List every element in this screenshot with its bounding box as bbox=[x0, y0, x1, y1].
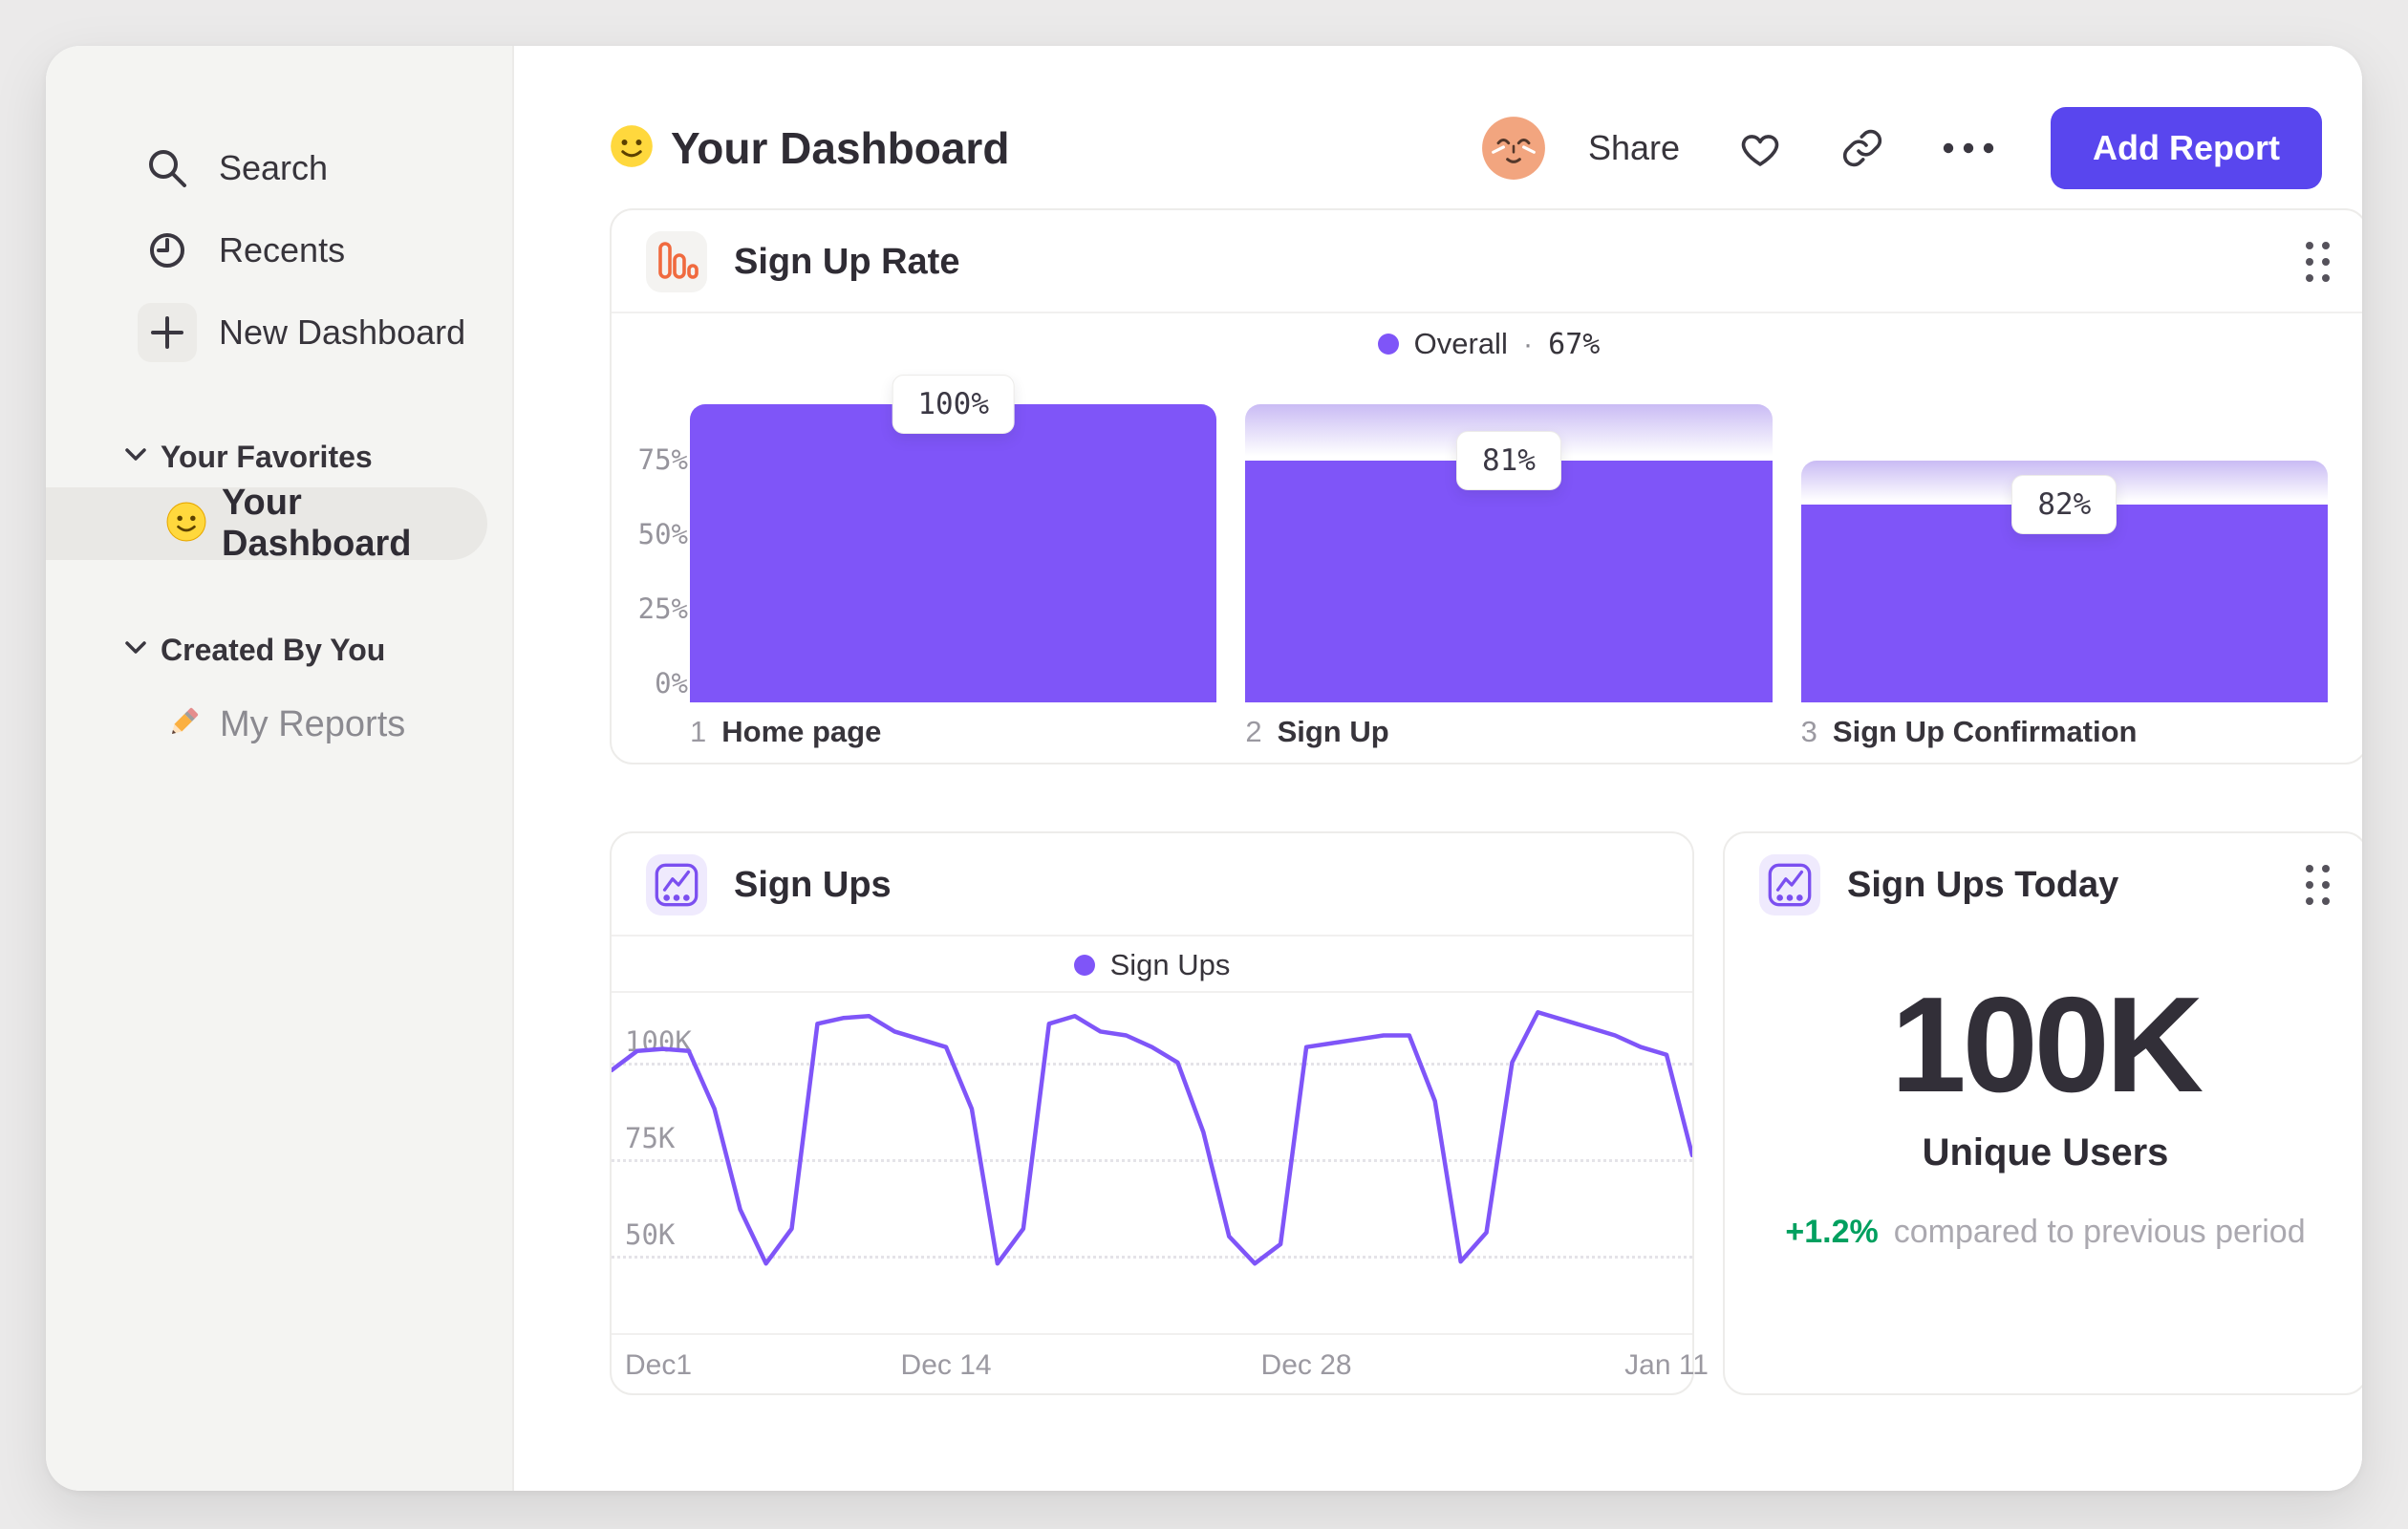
smiley-emoji bbox=[166, 502, 206, 547]
sidebar-item-label: Recents bbox=[219, 230, 346, 269]
add-report-button[interactable]: Add Report bbox=[2051, 107, 2322, 189]
line-series bbox=[612, 1012, 1692, 1263]
sidebar-item-recents[interactable]: Recents bbox=[46, 220, 512, 281]
x-tick-label: Dec 14 bbox=[900, 1349, 992, 1381]
funnel-step-label: 2 Sign Up bbox=[1245, 715, 1389, 748]
favorite-heart-icon[interactable] bbox=[1737, 127, 1783, 169]
x-tick-label: Jan 11 bbox=[1624, 1349, 1709, 1381]
card-title: Sign Ups bbox=[734, 864, 892, 905]
app-window: Search Recents New Dashboard Your Favori… bbox=[46, 46, 2362, 1491]
y-tick-label: 50% bbox=[637, 518, 688, 550]
funnel-step-label: 1 Home page bbox=[690, 715, 882, 748]
funnel-bar: 100% bbox=[690, 375, 1217, 702]
chevron-down-icon bbox=[124, 447, 147, 467]
funnel-value-label: 82% bbox=[2011, 474, 2118, 534]
line-chart-plot: 100K 75K 50K bbox=[612, 991, 1692, 1335]
y-tick-label: 0% bbox=[655, 667, 688, 700]
copy-link-icon[interactable] bbox=[1840, 126, 1884, 170]
x-tick-label: Dec 28 bbox=[1260, 1349, 1352, 1381]
sign-ups-card: Sign Ups Sign Ups 100K 75K 50K Dec1 Dec 14 D… bbox=[610, 831, 1709, 1395]
x-tick-label: Dec1 bbox=[625, 1349, 693, 1381]
line-chart-icon bbox=[646, 854, 707, 915]
funnel-x-axis: 1 Home page 2 Sign Up 3 Sign Up Confirmation bbox=[690, 715, 2328, 749]
divider bbox=[612, 312, 2362, 313]
sign-up-rate-card: Sign Up Rate Overall · 67% 75% 50% 25% 0% 1… bbox=[610, 208, 2362, 764]
funnel-value-label: 100% bbox=[892, 375, 1015, 434]
big-number-value: 100K bbox=[1890, 969, 2204, 1121]
line-legend[interactable]: Sign Ups bbox=[612, 948, 1692, 982]
delta-row: +1.2% compared to previous period bbox=[1725, 1214, 2362, 1251]
legend-dot bbox=[1377, 334, 1399, 355]
sign-ups-today-card: Sign Ups Today 100K Unique Users +1.2% c… bbox=[1723, 831, 2362, 1395]
sidebar-section-created-by-you[interactable]: Created By You bbox=[46, 629, 512, 671]
funnel-bar: 82% bbox=[1800, 404, 2328, 702]
legend-value: 67% bbox=[1548, 327, 1601, 361]
sidebar: Search Recents New Dashboard Your Favori… bbox=[46, 46, 514, 1491]
line-x-axis: Dec1 Dec 14 Dec 28 Jan 11 bbox=[612, 1349, 1709, 1388]
legend-separator: · bbox=[1522, 327, 1534, 360]
page-header: Your Dashboard Share Add Report bbox=[610, 96, 2322, 201]
main-content: Your Dashboard Share Add Report Sign Up … bbox=[516, 46, 2362, 1491]
drag-handle-icon[interactable] bbox=[2306, 865, 2330, 905]
funnel-bars: 100% 81% 82% bbox=[690, 375, 2328, 702]
funnel-legend[interactable]: Overall · 67% bbox=[612, 327, 2362, 361]
avatar[interactable] bbox=[1481, 116, 1546, 181]
share-button[interactable]: Share bbox=[1588, 128, 1680, 168]
delta-value: +1.2% bbox=[1785, 1214, 1879, 1250]
funnel-value-label: 81% bbox=[1455, 431, 1561, 491]
delta-note: compared to previous period bbox=[1893, 1214, 2306, 1250]
clock-icon bbox=[137, 220, 198, 281]
pencil-emoji bbox=[162, 701, 204, 748]
more-options-ellipsis-icon[interactable] bbox=[1942, 141, 1995, 155]
section-label: Created By You bbox=[161, 632, 386, 667]
sidebar-item-your-dashboard[interactable]: Your Dashboard bbox=[46, 483, 487, 564]
sidebar-item-search[interactable]: Search bbox=[46, 138, 512, 199]
section-label: Your Favorites bbox=[161, 439, 373, 474]
sidebar-item-new-dashboard[interactable]: New Dashboard bbox=[46, 302, 512, 363]
sidebar-section-your-favorites[interactable]: Your Favorites bbox=[46, 436, 512, 478]
legend-label: Overall bbox=[1413, 327, 1508, 360]
card-title: Sign Up Rate bbox=[734, 241, 960, 282]
y-tick-label: 25% bbox=[637, 592, 688, 625]
y-tick-label: 75% bbox=[637, 443, 688, 476]
drag-handle-icon[interactable] bbox=[2306, 242, 2330, 282]
sidebar-item-label: Search bbox=[219, 148, 329, 187]
big-number-label: Unique Users bbox=[1922, 1131, 2169, 1174]
sidebar-item-label: Your Dashboard bbox=[222, 483, 412, 564]
sidebar-item-label: New Dashboard bbox=[219, 312, 466, 352]
line-chart-icon bbox=[1759, 854, 1820, 915]
bar-chart-icon bbox=[646, 231, 707, 292]
chevron-down-icon bbox=[124, 640, 147, 660]
divider bbox=[612, 935, 1692, 937]
legend-label: Sign Ups bbox=[1109, 948, 1231, 981]
funnel-step-label: 3 Sign Up Confirmation bbox=[1800, 715, 2138, 748]
sidebar-item-my-reports[interactable]: My Reports bbox=[46, 688, 487, 761]
legend-dot bbox=[1073, 955, 1095, 976]
page-title: Your Dashboard bbox=[671, 123, 1010, 173]
funnel-y-axis: 75% 50% 25% 0% bbox=[633, 404, 688, 702]
sidebar-item-label: My Reports bbox=[220, 703, 406, 744]
search-icon bbox=[137, 138, 198, 199]
plus-icon bbox=[137, 302, 198, 363]
card-title: Sign Ups Today bbox=[1847, 864, 2119, 905]
funnel-bar: 81% bbox=[1245, 404, 1773, 702]
smiley-emoji bbox=[610, 124, 654, 173]
